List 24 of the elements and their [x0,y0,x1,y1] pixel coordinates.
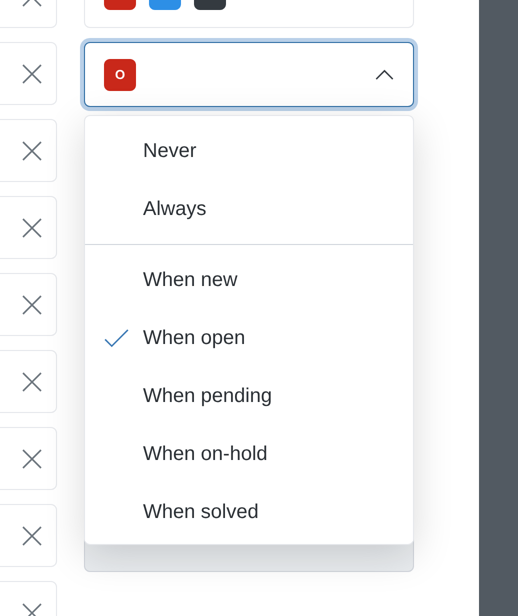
chevron-up-icon [375,69,394,80]
value-badge: O [104,58,136,90]
remove-button[interactable] [0,504,57,567]
remove-button[interactable] [0,119,57,182]
remove-button[interactable] [0,427,57,490]
close-icon [22,294,42,314]
close-icon [22,64,42,84]
remove-button[interactable] [0,273,57,336]
menu-option[interactable]: When on-hold [85,425,413,483]
remove-button[interactable] [0,42,57,105]
menu-option[interactable]: Always [85,180,413,238]
close-icon [22,218,42,238]
menu-option[interactable]: When new [85,251,413,309]
close-icon [22,140,42,160]
menu-option[interactable]: When pending [85,367,413,425]
remove-button[interactable] [0,350,57,413]
remove-button[interactable] [0,196,57,259]
checkmark-icon [104,328,129,348]
close-icon [22,372,42,392]
close-icon [22,526,42,546]
close-icon [22,448,42,468]
menu-option[interactable]: When open [85,309,413,367]
menu-option[interactable]: Never [85,122,413,180]
menu-option[interactable]: When solved [85,483,413,541]
